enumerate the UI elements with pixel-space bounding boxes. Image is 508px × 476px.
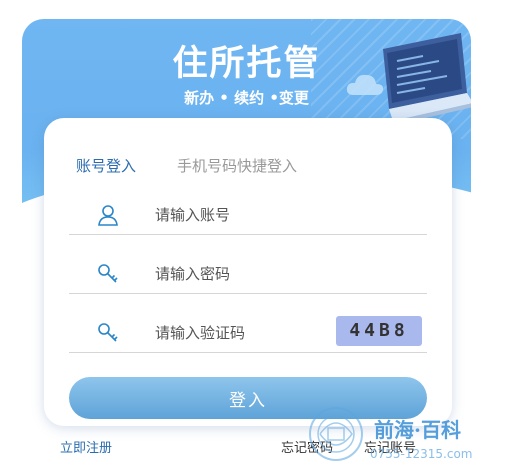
forgot-account-link[interactable]: 忘记账号 — [364, 437, 416, 456]
key-icon — [98, 264, 118, 283]
password-field — [69, 253, 427, 294]
account-input[interactable] — [153, 202, 347, 228]
tab-phone-login[interactable]: 手机号码快捷登入 — [177, 155, 297, 176]
banner-title: 住所托管 — [172, 44, 321, 84]
forgot-password-link[interactable]: 忘记密码 — [281, 437, 333, 456]
login-button[interactable]: 登入 — [69, 377, 427, 419]
key-icon — [98, 323, 118, 342]
account-field — [69, 194, 427, 235]
captcha-field: 44B8 — [69, 312, 427, 353]
tab-account-login[interactable]: 账号登入 — [76, 155, 136, 176]
banner-subtitle: 新办 • 续约 •变更 — [184, 89, 309, 107]
captcha-input[interactable] — [153, 320, 347, 346]
register-link[interactable]: 立即注册 — [60, 437, 112, 456]
login-card: 账号登入 手机号码快捷登入 44B8 登入 — [44, 118, 452, 426]
password-input[interactable] — [153, 261, 347, 287]
captcha-image[interactable]: 44B8 — [336, 316, 422, 346]
user-icon — [98, 205, 118, 226]
